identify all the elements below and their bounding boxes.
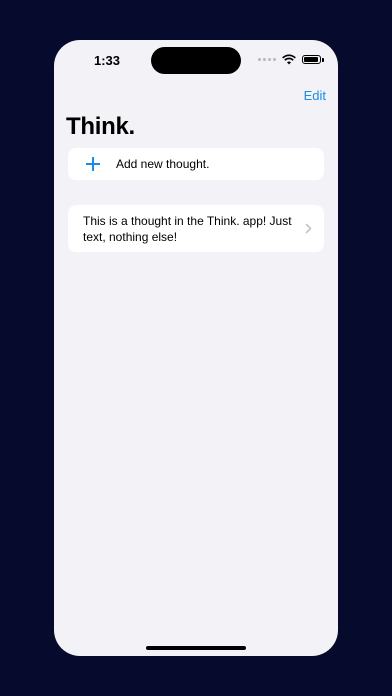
status-icons — [258, 54, 324, 65]
list-item[interactable]: This is a thought in the Think. app! Jus… — [68, 205, 324, 252]
battery-tip — [322, 57, 324, 62]
status-time: 1:33 — [94, 53, 121, 68]
add-thought-button[interactable]: Add new thought. — [68, 148, 324, 180]
phone-screen: 1:33 Edit Think. Add new thought. This i… — [54, 40, 338, 656]
home-indicator[interactable] — [146, 646, 246, 650]
page-title: Think. — [66, 113, 135, 140]
wifi-icon — [282, 54, 296, 65]
edit-button[interactable]: Edit — [304, 88, 326, 103]
signal-icon — [258, 58, 276, 61]
plus-icon — [86, 157, 100, 171]
thought-text: This is a thought in the Think. app! Jus… — [83, 214, 292, 244]
dynamic-island — [151, 47, 241, 74]
battery-icon — [302, 55, 321, 64]
chevron-right-icon — [305, 223, 312, 234]
add-thought-label: Add new thought. — [116, 157, 210, 171]
